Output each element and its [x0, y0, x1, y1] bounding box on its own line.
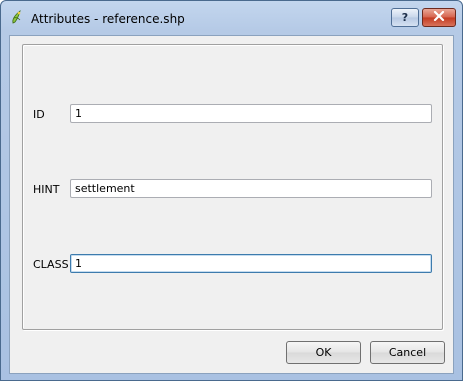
- hint-input[interactable]: [70, 179, 432, 198]
- field-label-class: CLASS: [33, 258, 69, 271]
- title-bar[interactable]: Attributes - reference.shp ?: [1, 1, 462, 35]
- dialog-body: ID HINT CLASS OK Cancel: [9, 35, 454, 374]
- cancel-button[interactable]: Cancel: [370, 341, 445, 364]
- close-icon: [433, 10, 445, 24]
- window-title: Attributes - reference.shp: [31, 12, 185, 26]
- field-label-id: ID: [33, 108, 45, 121]
- dialog-window: Attributes - reference.shp ? ID HINT CLA…: [0, 0, 463, 381]
- help-icon: ?: [401, 11, 409, 24]
- class-input[interactable]: [70, 254, 432, 273]
- id-input[interactable]: [70, 104, 432, 123]
- field-label-hint: HINT: [33, 183, 60, 196]
- help-button[interactable]: ?: [391, 8, 419, 27]
- close-button[interactable]: [422, 8, 456, 27]
- qgis-app-icon: [9, 9, 25, 25]
- ok-button[interactable]: OK: [286, 341, 361, 364]
